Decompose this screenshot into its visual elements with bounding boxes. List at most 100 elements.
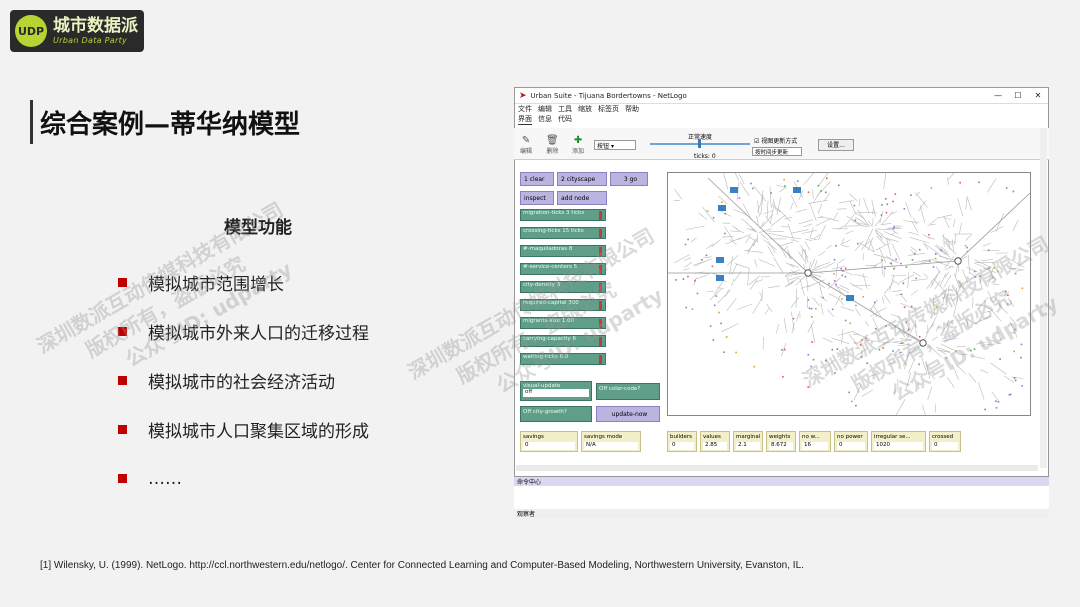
tab-code[interactable]: 代码 xyxy=(558,114,572,124)
service-centers-slider[interactable]: #-service-centers 5 xyxy=(520,263,606,275)
clear-button[interactable]: 1 clear xyxy=(520,172,554,186)
world-view[interactable] xyxy=(667,172,1031,416)
migrants-size-slider[interactable]: migrants-size 1.00 xyxy=(520,317,606,329)
menu-file[interactable]: 文件 xyxy=(518,104,532,114)
tab-interface[interactable]: 界面 xyxy=(518,114,532,125)
road xyxy=(754,259,758,268)
migrant-agent xyxy=(973,270,976,273)
road xyxy=(929,315,938,329)
road xyxy=(965,233,973,241)
list-item: 模拟城市范围增长 xyxy=(118,258,369,307)
slider-knob[interactable] xyxy=(599,211,602,220)
horizontal-scrollbar[interactable] xyxy=(516,465,1038,471)
color-code-switch[interactable]: Off color-code? xyxy=(596,383,660,400)
road xyxy=(966,267,978,273)
slider-knob[interactable] xyxy=(599,301,602,310)
menu-tabs[interactable]: 标签页 xyxy=(598,104,619,114)
road xyxy=(775,323,779,334)
minimize-icon[interactable]: — xyxy=(988,91,1008,100)
menu-edit[interactable]: 编辑 xyxy=(538,104,552,114)
cityscape-button[interactable]: 2 cityscape xyxy=(557,172,607,186)
city-center-icon xyxy=(919,339,927,347)
settings-button[interactable]: 设置... xyxy=(818,139,854,151)
ticks-readout: ticks: 0 xyxy=(694,153,716,160)
migrant-agent xyxy=(711,265,714,268)
view-update-checkbox[interactable]: ☑ 视图更新方式 xyxy=(754,136,797,145)
migrant-agent xyxy=(687,275,689,278)
road xyxy=(913,271,921,277)
delete-button[interactable]: 🗑 删除 xyxy=(546,136,559,156)
migrant-agent xyxy=(995,406,998,409)
road xyxy=(779,241,794,247)
add-node-button[interactable]: add node xyxy=(557,191,607,205)
road xyxy=(900,302,917,310)
required-capital-slider[interactable]: required-capital 300 xyxy=(520,299,606,311)
migrant-agent xyxy=(987,249,990,252)
road xyxy=(998,304,1008,314)
road xyxy=(957,198,964,217)
migrant-agent xyxy=(687,238,689,241)
road xyxy=(908,231,920,236)
crossing-ticks-slider[interactable]: crossing-ticks 15 ticks xyxy=(520,227,606,239)
migrant-agent xyxy=(1014,379,1017,382)
road xyxy=(806,276,809,292)
vertical-scrollbar[interactable] xyxy=(1040,128,1047,468)
slider-knob[interactable] xyxy=(599,265,602,274)
carrying-capacity-slider[interactable]: carrying-capacity 6 xyxy=(520,335,606,347)
command-center-header: 命令中心 xyxy=(514,477,1049,486)
maximize-icon[interactable]: ☐ xyxy=(1008,91,1028,100)
add-button[interactable]: ✚ 添加 xyxy=(572,136,584,156)
waiting-ticks-slider[interactable]: waiting-ticks 6.0 xyxy=(520,353,606,365)
widget-select[interactable]: 按钮 ▾ xyxy=(594,140,636,150)
road xyxy=(929,219,937,225)
road xyxy=(994,297,1003,309)
migrant-agent xyxy=(675,279,677,281)
migrant-agent xyxy=(859,344,862,346)
observer-input[interactable]: 观察者 xyxy=(514,509,1049,518)
road xyxy=(924,332,929,340)
road xyxy=(844,214,855,227)
slider-knob[interactable] xyxy=(599,229,602,238)
road xyxy=(838,298,845,306)
go-button[interactable]: 3 go xyxy=(610,172,648,186)
edit-button[interactable]: ✎ 编辑 xyxy=(520,136,532,156)
menu-zoom[interactable]: 缩放 xyxy=(578,104,592,114)
migrant-agent xyxy=(903,306,906,308)
tab-info[interactable]: 信息 xyxy=(538,114,552,124)
migrant-agent xyxy=(835,283,838,286)
road xyxy=(817,173,829,187)
road xyxy=(819,295,828,302)
city-density-slider[interactable]: city-density 3 xyxy=(520,281,606,293)
road xyxy=(905,317,911,326)
slider-knob[interactable] xyxy=(599,283,602,292)
close-icon[interactable]: ✕ xyxy=(1028,91,1048,100)
slider-knob[interactable] xyxy=(599,355,602,364)
menu-help[interactable]: 帮助 xyxy=(625,104,639,114)
migrant-agent xyxy=(880,214,883,216)
city-map xyxy=(668,173,1030,415)
slider-knob[interactable] xyxy=(599,247,602,256)
slider-knob[interactable] xyxy=(599,337,602,346)
road xyxy=(899,338,912,340)
visual-update-chooser[interactable]: visual-update off xyxy=(520,381,592,401)
migrant-agent xyxy=(718,311,720,314)
road xyxy=(846,215,864,227)
road xyxy=(709,289,722,301)
inspect-button[interactable]: inspect xyxy=(520,191,554,205)
city-growth-switch[interactable]: Off city-growth? xyxy=(520,406,592,422)
migrant-agent xyxy=(682,278,685,280)
maquiladoras-slider[interactable]: #-maquiladoras 8 xyxy=(520,245,606,257)
update-now-button[interactable]: update-now xyxy=(596,406,660,422)
road xyxy=(734,263,750,269)
road xyxy=(915,192,928,208)
road xyxy=(725,289,730,297)
migration-ticks-slider[interactable]: migration-ticks 3 ticks xyxy=(520,209,606,221)
speed-slider-knob[interactable] xyxy=(698,139,701,148)
migrant-agent xyxy=(894,193,897,195)
road xyxy=(989,308,1002,322)
menu-tools[interactable]: 工具 xyxy=(558,104,572,114)
logo-name: 城市数据派 xyxy=(53,15,138,36)
factory-icon xyxy=(716,257,724,263)
slider-knob[interactable] xyxy=(599,319,602,328)
view-update-select[interactable]: 按时间步更新 xyxy=(752,147,802,156)
